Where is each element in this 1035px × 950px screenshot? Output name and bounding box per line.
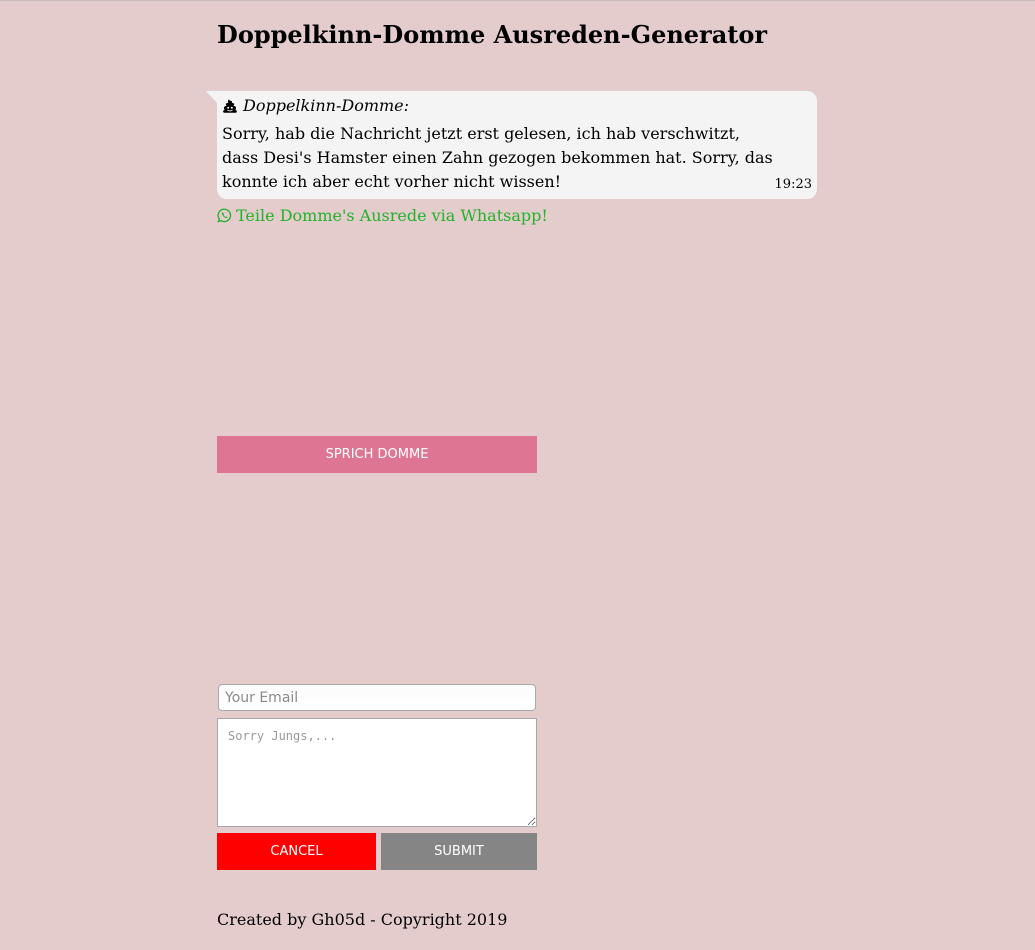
top-border bbox=[0, 0, 1035, 1]
whatsapp-share-label: Teile Domme's Ausrede via Whatsapp! bbox=[236, 206, 548, 225]
message-bubble: Doppelkinn-Domme: Sorry, hab die Nachric… bbox=[206, 91, 817, 199]
message-sender: Doppelkinn-Domme: bbox=[243, 96, 410, 115]
message-time: 19:23 bbox=[774, 177, 812, 192]
page-title: Doppelkinn-Domme Ausreden-Generator bbox=[217, 20, 767, 49]
whatsapp-icon bbox=[217, 208, 232, 223]
email-input[interactable] bbox=[218, 684, 536, 711]
message-header: Doppelkinn-Domme: bbox=[222, 95, 409, 117]
excuse-textarea[interactable] bbox=[217, 718, 537, 827]
poo-icon bbox=[223, 98, 237, 113]
footer-copyright: Created by Gh05d - Copyright 2019 bbox=[217, 910, 508, 929]
message-text: Sorry, hab die Nachricht jetzt erst gele… bbox=[222, 124, 773, 191]
speak-domme-button[interactable]: Sprich Domme bbox=[217, 436, 537, 473]
whatsapp-share-link[interactable]: Teile Domme's Ausrede via Whatsapp! bbox=[217, 205, 548, 227]
bubble-tail bbox=[206, 91, 217, 103]
cancel-button[interactable]: Cancel bbox=[217, 833, 376, 870]
submit-button[interactable]: Submit bbox=[381, 833, 537, 870]
